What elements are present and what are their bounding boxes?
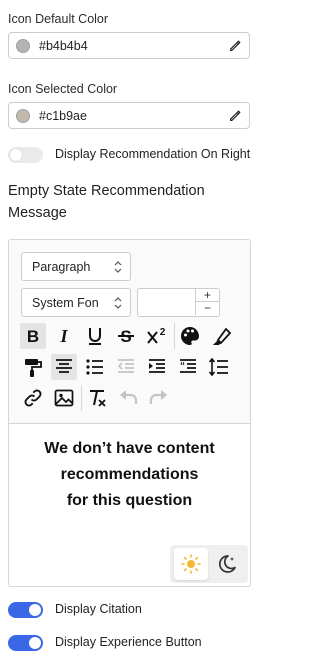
font-family-value: System Fon (32, 296, 99, 310)
chevron-updown-icon (114, 297, 122, 309)
clear-format-icon (90, 390, 106, 407)
svg-text:B: B (27, 327, 39, 346)
icon-selected-color-label: Icon Selected Color (8, 82, 118, 96)
pencil-icon[interactable] (228, 39, 242, 53)
link-icon (24, 389, 42, 407)
light-mode-button[interactable] (174, 548, 208, 580)
block-format-select[interactable]: Paragraph (21, 252, 131, 281)
icon-default-color-swatch[interactable] (16, 39, 30, 53)
empty-state-title: Empty State Recommendation Message (8, 183, 205, 221)
indent-button[interactable] (144, 354, 170, 380)
light-mode-icon (181, 554, 201, 574)
strikethrough-icon: S (118, 327, 134, 346)
blockquote-icon: “ (180, 359, 196, 373)
citation-label: Display Citation (55, 602, 142, 616)
highlight-button[interactable] (208, 323, 234, 349)
bullet-list-icon (86, 359, 103, 375)
align-center-icon (56, 359, 72, 373)
font-size-input[interactable]: + − (137, 288, 220, 317)
superscript-icon: 2 (147, 327, 166, 344)
line-height-icon (208, 357, 228, 377)
redo-button[interactable] (146, 385, 172, 411)
outdent-icon (117, 359, 134, 373)
recommendation-right-toggle[interactable] (8, 147, 43, 163)
pencil-icon[interactable] (228, 109, 242, 123)
icon-selected-color-field[interactable]: #c1b9ae (8, 102, 250, 129)
icon-selected-color-swatch[interactable] (16, 109, 30, 123)
citation-toggle[interactable] (8, 602, 43, 618)
format-painter-button[interactable] (20, 354, 46, 380)
undo-icon (120, 390, 138, 404)
highlighter-icon (213, 327, 232, 345)
dark-mode-icon (219, 555, 236, 573)
icon-default-color-label: Icon Default Color (8, 12, 109, 26)
blockquote-button[interactable]: “ (175, 354, 201, 380)
experience-button-label: Display Experience Button (55, 635, 202, 649)
undo-button[interactable] (115, 385, 141, 411)
palette-icon (181, 327, 199, 345)
bold-button[interactable]: B (20, 323, 46, 349)
empty-state-message-line: for this question (66, 492, 193, 509)
align-center-button[interactable] (51, 354, 77, 380)
line-height-button[interactable] (206, 354, 232, 380)
redo-icon (149, 390, 167, 404)
paint-roller-icon (25, 359, 42, 377)
chevron-updown-icon (114, 261, 122, 273)
icon-default-color-value: #b4b4b4 (39, 39, 88, 53)
clear-format-button[interactable] (84, 385, 110, 411)
icon-default-color-field[interactable]: #b4b4b4 (8, 32, 250, 59)
underline-button[interactable] (82, 323, 108, 349)
link-button[interactable] (20, 385, 46, 411)
toolbar-separator (81, 385, 82, 411)
block-format-value: Paragraph (32, 260, 91, 274)
editor-content[interactable]: We don’t have content recommendations fo… (9, 425, 250, 585)
font-family-select[interactable]: System Fon (21, 288, 131, 317)
icon-selected-color-value: #c1b9ae (39, 109, 87, 123)
svg-text:“: “ (180, 361, 185, 372)
superscript-button[interactable]: 2 (144, 323, 170, 349)
toolbar-separator (174, 323, 175, 349)
recommendation-right-label: Display Recommendation On Right (55, 147, 251, 161)
italic-button[interactable]: I (51, 323, 77, 349)
insert-image-button[interactable] (51, 385, 77, 411)
bullet-list-button[interactable] (82, 354, 108, 380)
dark-mode-button[interactable] (210, 548, 244, 580)
empty-state-message: We don’t have content recommendations fo… (19, 436, 240, 514)
image-icon (54, 389, 74, 407)
svg-text:2: 2 (160, 327, 166, 338)
svg-text:I: I (59, 326, 68, 346)
font-size-decrease-button[interactable]: − (195, 302, 219, 315)
outdent-button[interactable] (113, 354, 139, 380)
bold-icon: B (27, 327, 39, 346)
italic-icon: I (59, 326, 68, 346)
strikethrough-button[interactable]: S (113, 323, 139, 349)
experience-button-toggle[interactable] (8, 635, 43, 651)
rich-text-editor: Paragraph System Fon + − B I S 2 (8, 239, 251, 587)
empty-state-message-line: We don’t have content (44, 440, 215, 457)
theme-switch (170, 545, 248, 583)
indent-icon (149, 359, 165, 373)
empty-state-message-line: recommendations (60, 466, 199, 483)
underline-icon (89, 328, 101, 345)
text-color-button[interactable] (177, 323, 203, 349)
editor-toolbar: Paragraph System Fon + − B I S 2 (9, 240, 250, 424)
